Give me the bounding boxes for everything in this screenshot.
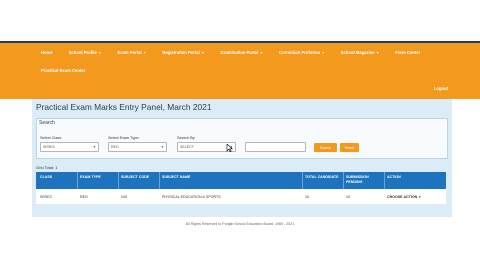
search-by-label: Search By: xyxy=(177,136,196,140)
caret-down-icon: ▼ xyxy=(376,50,380,55)
chevron-down-icon: ▼ xyxy=(161,145,164,149)
select-class-value: SRSEC xyxy=(43,145,56,149)
nav-item-correction-proforma[interactable]: Correction Proforma ▼ xyxy=(279,50,325,55)
table-header-submission-pending: SUBMISSION PENDING xyxy=(346,175,369,184)
caret-down-icon: ▼ xyxy=(259,50,264,55)
table-header-subject-name: SUBJECT NAME xyxy=(162,175,191,179)
chevron-down-icon: ▼ xyxy=(93,145,96,149)
nav-item-exam-portal[interactable]: Exam Portal ▼ xyxy=(117,50,146,55)
cell-class: SRSEC xyxy=(40,195,53,199)
table-row xyxy=(36,189,446,204)
nav-item-registration-portal[interactable]: Registration Portal ▼ xyxy=(162,50,204,55)
select-exam-type-dropdown[interactable]: REG ▼ xyxy=(108,142,167,152)
caret-down-icon: ▼ xyxy=(98,50,102,55)
search-panel-title: Search xyxy=(39,120,55,126)
nav-item-label: Form Center xyxy=(395,50,421,55)
select-class-label: Select Class: xyxy=(40,136,63,140)
choose-action-dropdown[interactable]: CHOOSE ACTION ▼ xyxy=(387,195,421,199)
table-header-class: CLASS xyxy=(40,175,53,179)
select-class-dropdown[interactable]: SRSEC ▼ xyxy=(40,142,99,152)
page-title: Practical Exam Marks Entry Panel, March … xyxy=(36,102,212,112)
logout-link[interactable]: Logout xyxy=(434,86,448,91)
caret-down-icon: ▼ xyxy=(418,195,422,199)
grid-total-count: Grid Total: 1 xyxy=(36,165,58,170)
caret-down-icon: ▼ xyxy=(321,50,325,55)
cell-exam-type: REG xyxy=(80,195,88,199)
nav-item-label: Practical Exam Center xyxy=(41,68,86,73)
nav-item-label: School Magazine xyxy=(340,50,375,55)
nav-item-label: Examination Portal xyxy=(220,50,259,55)
table-header-subject-code: SUBJECT CODE xyxy=(121,175,150,179)
nav-item-school-profile[interactable]: School Profile ▼ xyxy=(69,50,102,55)
footer-copyright: All Rights Reserved to Punjab School Edu… xyxy=(185,222,295,226)
cell-subject-code: 049 xyxy=(121,195,127,199)
select-exam-type-value: REG xyxy=(111,145,119,149)
search-by-value: SELECT xyxy=(180,145,194,149)
nav-item-practical-exam-center[interactable]: Practical Exam Center xyxy=(41,68,85,73)
cell-total-candidate: 10 xyxy=(305,195,309,199)
nav-item-label: Correction Proforma xyxy=(279,50,320,55)
search-text-input[interactable] xyxy=(245,142,306,152)
caret-down-icon: ▼ xyxy=(143,50,147,55)
table-header-action: ACTION xyxy=(387,175,401,179)
nav-item-label: School Profile xyxy=(68,50,97,55)
nav-item-school-magazine[interactable]: School Magazine ▼ xyxy=(341,50,380,55)
nav-row-secondary: Practical Exam Center xyxy=(41,68,101,73)
browser-top-area xyxy=(0,0,480,41)
select-exam-type-label: Select Exam Type: xyxy=(108,136,140,140)
nav-item-home[interactable]: Home xyxy=(41,50,53,55)
caret-down-icon: ▼ xyxy=(201,50,205,55)
cell-submission-pending: 10 xyxy=(346,195,350,199)
choose-action-label: CHOOSE ACTION xyxy=(387,195,418,199)
cell-subject-name: PHYSICAL EDUCATION & SPORTS xyxy=(162,195,221,199)
mouse-cursor-icon xyxy=(226,144,233,152)
table-header-total-candidate: TOTAL CANDIDATE xyxy=(305,175,339,179)
nav-item-label: Exam Portal xyxy=(117,50,142,55)
nav-row-primary: Home School Profile ▼ Exam Portal ▼ Regist… xyxy=(41,50,436,55)
reset-button[interactable]: Reset xyxy=(340,143,359,152)
nav-item-form-center[interactable]: Form Center xyxy=(395,50,420,55)
nav-item-label: Home xyxy=(41,50,53,55)
search-panel xyxy=(36,118,448,159)
nav-item-label: Registration Portal xyxy=(162,50,200,55)
table-header-exam-type: EXAM TYPE xyxy=(80,175,101,179)
search-button[interactable]: Search xyxy=(314,143,337,152)
nav-item-examination-portal[interactable]: Examination Portal ▼ xyxy=(220,50,263,55)
